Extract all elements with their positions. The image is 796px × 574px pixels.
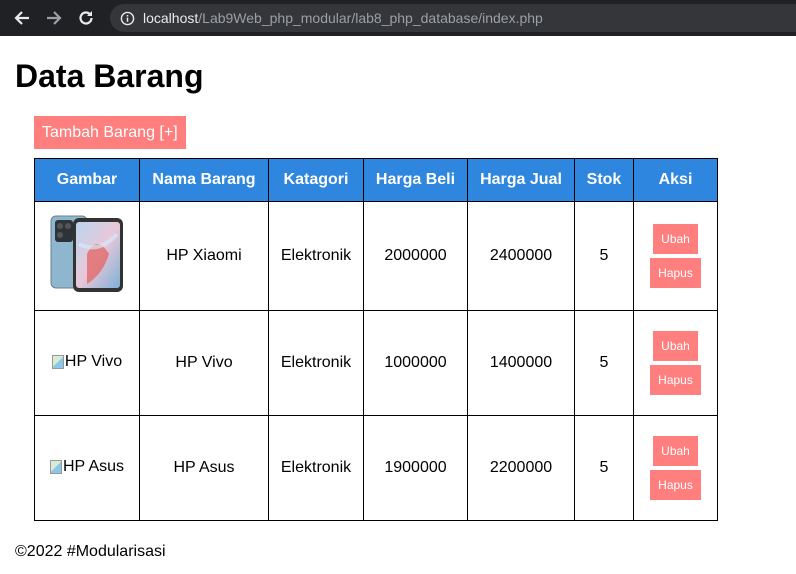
table-row: HP Vivo HP Vivo Elektronik 1000000 14000…: [34, 310, 718, 416]
cell-kategori: Elektronik: [268, 310, 364, 416]
col-header-kategori: Katagori: [268, 158, 364, 202]
col-header-stok: Stok: [574, 158, 634, 202]
cell-gambar: [34, 201, 140, 311]
delete-button[interactable]: Hapus: [650, 258, 701, 288]
cell-gambar: HP Asus: [34, 415, 140, 521]
cell-nama: HP Xiaomi: [139, 201, 269, 311]
cell-harga-beli: 2000000: [363, 201, 468, 311]
page-footer: ©2022 #Modularisasi: [15, 543, 166, 560]
edit-button[interactable]: Ubah: [653, 331, 698, 361]
cell-harga-jual: 1400000: [467, 310, 575, 416]
cell-harga-beli: 1000000: [363, 310, 468, 416]
image-alt-text: HP Vivo: [64, 352, 123, 370]
delete-button[interactable]: Hapus: [650, 365, 701, 395]
cell-stok: 5: [574, 310, 634, 416]
cell-stok: 5: [574, 201, 634, 311]
edit-button[interactable]: Ubah: [653, 436, 698, 466]
arrow-right-icon: [47, 11, 62, 25]
broken-image: HP Vivo: [51, 352, 123, 371]
cell-kategori: Elektronik: [268, 201, 364, 311]
cell-nama: HP Vivo: [139, 310, 269, 416]
edit-button[interactable]: Ubah: [653, 224, 698, 254]
address-bar[interactable]: localhost/Lab9Web_php_modular/lab8_php_d…: [110, 4, 796, 32]
add-item-button[interactable]: Tambah Barang [+]: [34, 116, 186, 149]
col-header-harga-beli: Harga Beli: [363, 158, 468, 202]
cell-harga-jual: 2400000: [467, 201, 575, 311]
broken-image: HP Asus: [49, 457, 125, 476]
arrow-left-icon: [14, 11, 29, 25]
cell-aksi: Ubah Hapus: [633, 201, 718, 311]
page-title: Data Barang: [15, 58, 204, 94]
cell-kategori: Elektronik: [268, 415, 364, 521]
cell-aksi: Ubah Hapus: [633, 415, 718, 521]
product-image-xiaomi: [50, 215, 123, 292]
col-header-nama: Nama Barang: [139, 158, 269, 202]
url-path: /Lab9Web_php_modular/lab8_php_database/i…: [198, 10, 543, 26]
forward-button[interactable]: [40, 4, 68, 32]
table-row: HP Xiaomi Elektronik 2000000 2400000 5 U…: [34, 201, 718, 311]
col-header-aksi: Aksi: [633, 158, 718, 202]
delete-button[interactable]: Hapus: [650, 470, 701, 500]
cell-nama: HP Asus: [139, 415, 269, 521]
back-button[interactable]: [8, 4, 36, 32]
cell-aksi: Ubah Hapus: [633, 310, 718, 416]
info-icon[interactable]: [120, 11, 135, 26]
cell-gambar: HP Vivo: [34, 310, 140, 416]
broken-image-icon: [51, 354, 64, 369]
cell-harga-jual: 2200000: [467, 415, 575, 521]
browser-toolbar: localhost/Lab9Web_php_modular/lab8_php_d…: [0, 0, 796, 36]
reload-button[interactable]: [72, 4, 100, 32]
cell-harga-beli: 1900000: [363, 415, 468, 521]
table-header-row: Gambar Nama Barang Katagori Harga Beli H…: [34, 158, 718, 202]
cell-stok: 5: [574, 415, 634, 521]
items-table: Gambar Nama Barang Katagori Harga Beli H…: [34, 158, 718, 521]
reload-icon: [79, 11, 93, 25]
col-header-harga-jual: Harga Jual: [467, 158, 575, 202]
url-host: localhost: [143, 10, 199, 26]
col-header-gambar: Gambar: [34, 158, 140, 202]
image-alt-text: HP Asus: [62, 457, 125, 475]
table-row: HP Asus HP Asus Elektronik 1900000 22000…: [34, 415, 718, 521]
broken-image-icon: [49, 459, 62, 474]
